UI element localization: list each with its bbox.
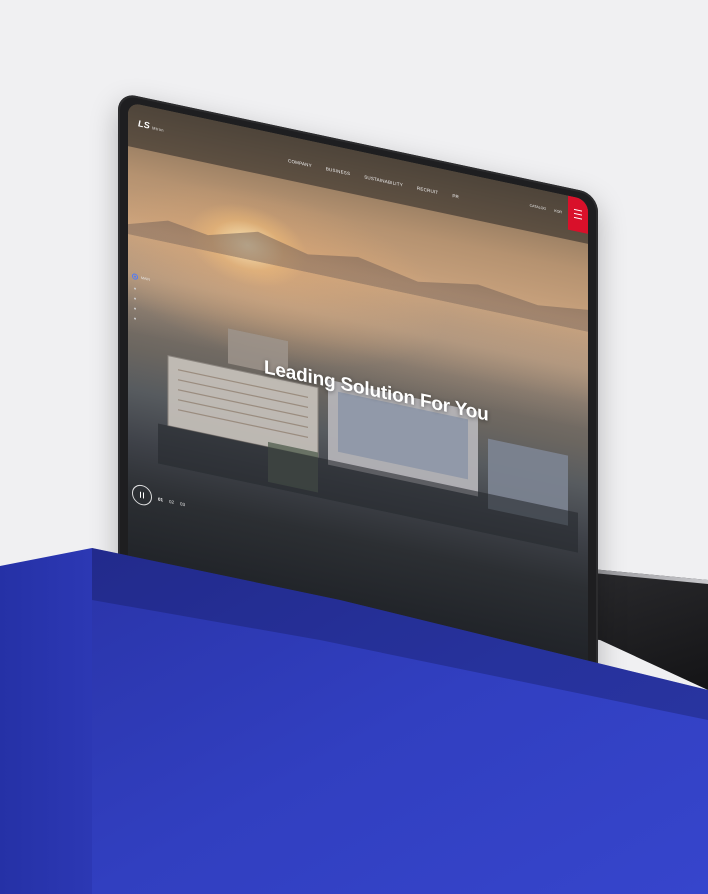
blue-foreground-block [0,548,708,894]
mockup-scene: LS Mtron COMPANY BUSINESS SUSTAINABILITY … [0,0,708,894]
